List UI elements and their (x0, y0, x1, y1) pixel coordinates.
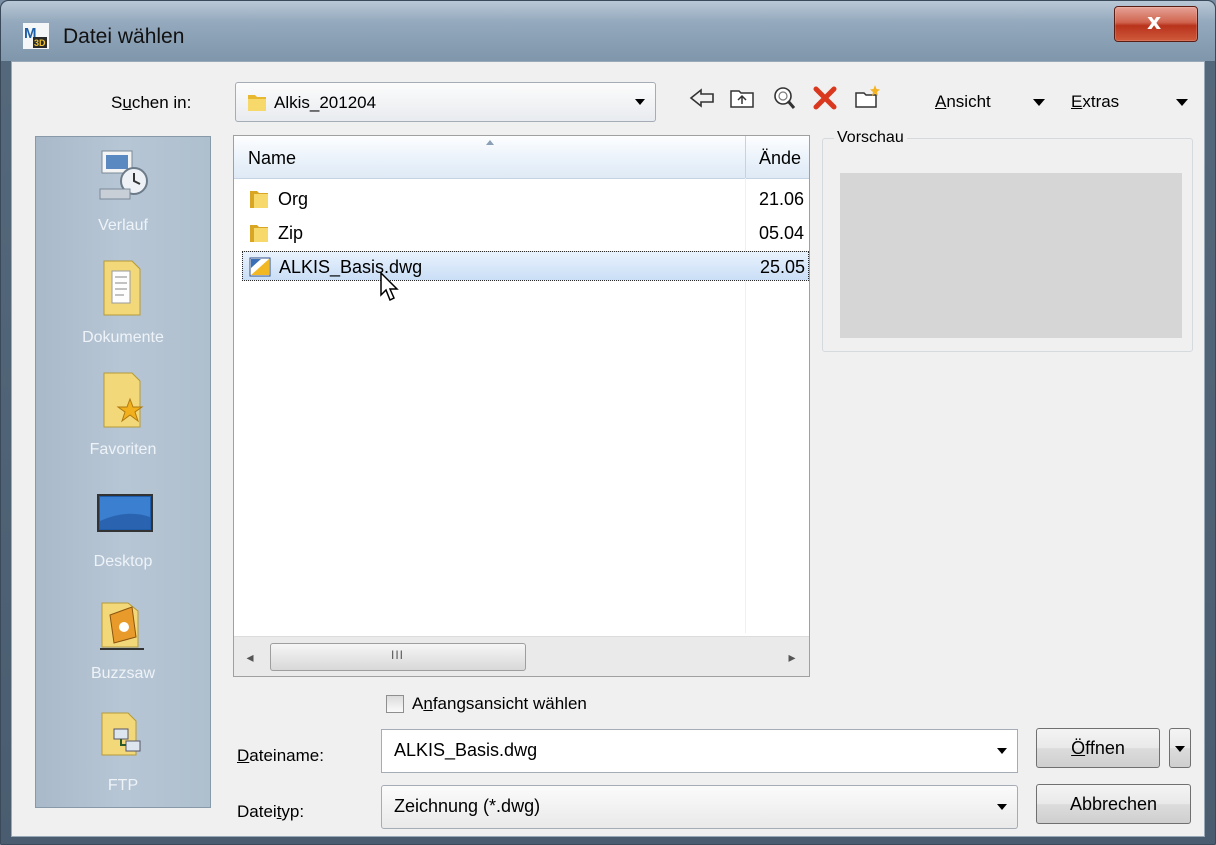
svg-text:3D: 3D (34, 38, 46, 48)
column-header-name[interactable]: Name (248, 148, 296, 169)
chevron-down-icon (997, 804, 1007, 810)
documents-icon (103, 260, 141, 316)
lookin-value: Alkis_201204 (274, 93, 377, 112)
file-name: Org (278, 189, 309, 209)
extras-dropdown-arrow-icon[interactable] (1176, 99, 1188, 106)
desktop-icon (97, 494, 153, 532)
scroll-left-icon[interactable]: ◂ (238, 647, 262, 667)
filename-input[interactable]: ALKIS_Basis.dwg (381, 729, 1018, 773)
delete-icon[interactable] (808, 82, 842, 114)
sidebar-label-buzzsaw: Buzzsaw (90, 665, 156, 682)
list-item-zip[interactable]: Zip 05.04 (240, 218, 809, 248)
view-menu-button[interactable]: Ansicht (935, 92, 991, 112)
search-web-icon[interactable] (767, 82, 801, 114)
back-icon[interactable] (685, 82, 719, 114)
filename-label: Dateiname: (237, 746, 324, 765)
title-bar[interactable]: M 3D Datei wählen x (1, 1, 1215, 61)
autocad-map-3d-icon: M 3D (23, 23, 49, 49)
preview-label: Vorschau (834, 129, 907, 147)
close-button[interactable]: x (1114, 6, 1198, 42)
view-dropdown-arrow-icon[interactable] (1033, 99, 1045, 106)
sidebar-item-ftp[interactable]: FTP (36, 697, 210, 807)
extras-menu-button[interactable]: Extras (1071, 92, 1119, 112)
mouse-cursor-icon (380, 271, 399, 302)
sidebar-item-history[interactable]: Verlauf (36, 137, 210, 247)
chevron-down-icon[interactable] (997, 748, 1007, 754)
scrollbar-grip: III (391, 648, 405, 662)
new-folder-icon[interactable] (850, 82, 884, 114)
folder-icon (250, 191, 268, 208)
folder-icon (250, 225, 268, 242)
chevron-down-icon (1175, 746, 1185, 752)
list-item-alkis-basis[interactable]: ALKIS_Basis.dwg 25.05 (242, 251, 809, 281)
list-item-org[interactable]: Org 21.06 (240, 184, 809, 214)
places-bar: Verlauf Dokumente Favoriten Desktop Buzz… (35, 136, 211, 808)
dwg-file-icon (249, 257, 271, 277)
sidebar-item-buzzsaw[interactable]: Buzzsaw (36, 585, 210, 695)
list-header: Name Ände (234, 136, 809, 179)
folder-icon (248, 95, 266, 111)
file-date: 25.05 (760, 257, 806, 277)
scroll-right-icon[interactable]: ▸ (780, 647, 804, 667)
sidebar-label-desktop: Desktop (93, 553, 153, 570)
lookin-combo[interactable]: Alkis_201204 (235, 82, 656, 122)
filetype-select[interactable]: Zeichnung (*.dwg) (381, 785, 1018, 829)
initial-view-checkbox[interactable] (386, 695, 404, 713)
sort-ascending-icon (486, 140, 494, 145)
file-list[interactable]: Name Ände Org 21.06 Zip 05.04 ALKIS_Basi… (233, 135, 810, 677)
chevron-down-icon (635, 99, 645, 105)
ftp-icon (101, 712, 141, 756)
file-dialog-window: M 3D Datei wählen x Suchen in: Alkis_201… (0, 0, 1216, 845)
dialog-body: Suchen in: Alkis_201204 Ansicht Extras V… (11, 61, 1205, 837)
file-date: 05.04 (759, 223, 805, 243)
buzzsaw-icon (100, 602, 144, 650)
sidebar-item-desktop[interactable]: Desktop (36, 473, 210, 583)
file-name: Zip (278, 223, 304, 243)
up-folder-icon[interactable] (725, 82, 759, 114)
sidebar-item-documents[interactable]: Dokumente (36, 249, 210, 359)
close-icon: x (1147, 10, 1162, 35)
favorites-icon (103, 372, 144, 428)
initial-view-label[interactable]: Anfangsansicht wählen (412, 694, 587, 714)
file-date: 21.06 (759, 189, 805, 209)
sidebar-label-favorites: Favoriten (89, 441, 157, 458)
column-divider[interactable] (745, 136, 746, 178)
sidebar-label-ftp: FTP (107, 777, 139, 794)
open-options-button[interactable] (1169, 728, 1191, 768)
filename-value: ALKIS_Basis.dwg (394, 740, 538, 760)
window-title: Datei wählen (63, 25, 185, 48)
lookin-label: Suchen in: (111, 93, 192, 112)
sidebar-label-history: Verlauf (98, 217, 148, 234)
filetype-value: Zeichnung (*.dwg) (394, 796, 541, 816)
open-button[interactable]: Öffnen (1036, 728, 1160, 768)
preview-area (840, 173, 1182, 338)
sidebar-label-documents: Dokumente (82, 329, 164, 346)
column-header-modified[interactable]: Ände (759, 148, 801, 169)
sidebar-item-favorites[interactable]: Favoriten (36, 361, 210, 471)
scrollbar-thumb[interactable]: III (270, 643, 526, 671)
cancel-button[interactable]: Abbrechen (1036, 784, 1191, 824)
history-icon (99, 150, 148, 200)
filetype-label: Dateityp: (237, 802, 305, 821)
horizontal-scrollbar[interactable]: ◂ III ▸ (234, 636, 809, 676)
